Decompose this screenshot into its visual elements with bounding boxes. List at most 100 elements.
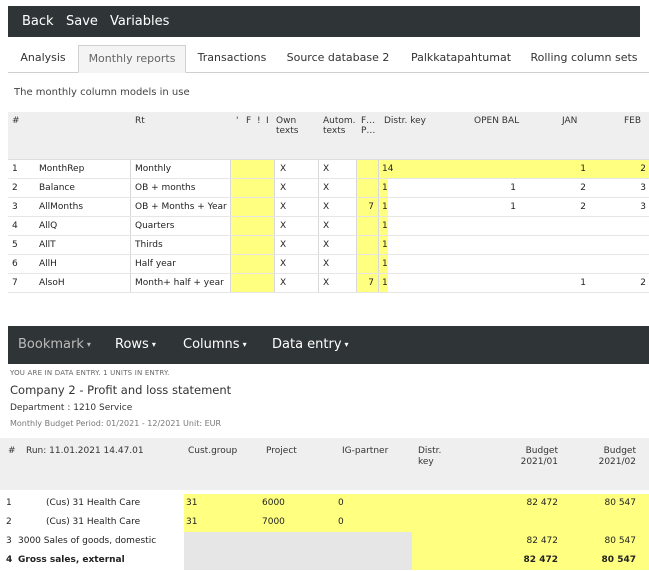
tab-analysis[interactable]: Analysis xyxy=(10,45,76,73)
table-row[interactable]: 2 (Cus) 31 Health Care 31 7000 0 xyxy=(0,513,649,532)
cell-distr: 1 xyxy=(382,259,388,269)
chevron-down-icon: ▾ xyxy=(86,340,91,349)
table-row[interactable]: 1 (Cus) 31 Health Care 31 6000 0 82 472 80 547 xyxy=(0,494,649,513)
cell-autom: X xyxy=(323,259,330,269)
cell-distr: 1 xyxy=(382,278,388,288)
cell-fp xyxy=(358,236,374,255)
cell-b2[interactable] xyxy=(560,513,636,532)
cell-custgroup[interactable]: 31 xyxy=(186,494,246,513)
cell-igpartner[interactable]: 0 xyxy=(338,513,398,532)
table-row[interactable]: 7 AlsoH Month+ half + year X X 7 1 1 2 xyxy=(8,274,649,293)
cell-feb: 3 xyxy=(640,202,646,212)
cell-fp xyxy=(358,179,374,198)
cell-project xyxy=(262,532,322,551)
col-own-texts: Own texts xyxy=(276,116,299,136)
cell-openbal: 1 xyxy=(510,202,516,212)
top-toolbar: Back Save Variables xyxy=(8,6,640,37)
cell-feb xyxy=(588,217,646,236)
cell-rt: OB + months xyxy=(135,183,196,193)
cell-distr: 1 xyxy=(382,202,388,212)
cell-code: AllQ xyxy=(39,221,58,231)
table-row[interactable]: 6 AllH Half year X X 1 xyxy=(8,255,649,274)
cell-rt: Half year xyxy=(135,259,176,269)
table-row[interactable]: 2 Balance OB + months X X 1 1 2 3 xyxy=(8,179,649,198)
cell-jan xyxy=(528,217,586,236)
rows-label: Rows xyxy=(115,337,149,352)
variables-button[interactable]: Variables xyxy=(110,6,169,37)
cell-own: X xyxy=(280,202,287,212)
save-button[interactable]: Save xyxy=(66,6,98,37)
cell-jan xyxy=(528,236,586,255)
cell-openbal: 1 xyxy=(510,183,516,193)
cell-num: 1 xyxy=(12,164,18,174)
cell-autom: X xyxy=(323,202,330,212)
period-label: Monthly Budget Period: 01/2021 - 12/2021… xyxy=(10,419,222,428)
tab-bar: Analysis Monthly reports Transactions So… xyxy=(8,37,649,73)
cell-b1[interactable] xyxy=(480,513,558,532)
col-cust-group: Cust.group xyxy=(188,446,238,456)
cell-custgroup xyxy=(186,551,246,570)
cell-b2: 80 547 xyxy=(604,536,637,546)
cell-igpartner xyxy=(338,532,398,551)
columns-menu[interactable]: Columns ▾ xyxy=(183,326,247,364)
col-feb: FEB xyxy=(624,116,642,126)
cell-num: 2 xyxy=(12,183,18,193)
cell-openbal xyxy=(448,236,516,255)
cell-igpartner[interactable]: 0 xyxy=(338,494,398,513)
col-distr-key: Distr. key xyxy=(384,116,426,126)
cell-b1[interactable]: 82 472 xyxy=(480,494,559,513)
tab-rolling-column-sets[interactable]: Rolling column sets xyxy=(528,45,640,73)
monthly-reports-panel: Back Save Variables Analysis Monthly rep… xyxy=(0,0,649,293)
data-entry-label: Data entry xyxy=(272,337,342,352)
cell-autom: X xyxy=(323,221,330,231)
cell-own: X xyxy=(280,240,287,250)
cell-jan: 2 xyxy=(580,202,586,212)
cell-feb: 3 xyxy=(640,183,646,193)
cell-own: X xyxy=(280,183,287,193)
data-entry-menu[interactable]: Data entry ▾ xyxy=(272,326,349,364)
tab-palkkatapahtumat[interactable]: Palkkatapahtumat xyxy=(406,45,516,73)
cell-code: AllMonths xyxy=(39,202,84,212)
cell-num: 1 xyxy=(6,498,12,508)
cell-feb xyxy=(588,255,646,274)
cell-jan: 1 xyxy=(580,164,586,174)
cell-code: MonthRep xyxy=(39,164,85,174)
table-row[interactable]: 4 AllQ Quarters X X 1 xyxy=(8,217,649,236)
data-entry-status: YOU ARE IN DATA ENTRY. 1 UNITS IN ENTRY. xyxy=(10,369,170,377)
cell-rt: Month+ half + year xyxy=(135,278,224,288)
cell-distr: 14 xyxy=(382,164,394,174)
col-v: ' xyxy=(236,116,239,126)
cell-autom: X xyxy=(323,240,330,250)
cell-fp xyxy=(358,217,374,236)
col-f: F xyxy=(246,116,252,126)
rows-menu[interactable]: Rows ▾ xyxy=(115,326,156,364)
cell-num: 6 xyxy=(12,259,18,269)
cell-jan: 2 xyxy=(580,183,586,193)
cell-project[interactable]: 6000 xyxy=(262,494,322,513)
table-row[interactable]: 3 AllMonths OB + Months + Year X X 7 1 1 2 3 xyxy=(8,198,649,217)
cell-fp xyxy=(358,160,374,179)
chevron-down-icon: ▾ xyxy=(344,340,349,349)
cell-custgroup[interactable]: 31 xyxy=(186,513,246,532)
tab-source-database-2[interactable]: Source database 2 xyxy=(282,45,394,73)
cell-rt: OB + Months + Year xyxy=(135,202,227,212)
cell-num: 4 xyxy=(12,221,18,231)
cell-b2[interactable]: 80 547 xyxy=(560,494,637,513)
tab-monthly-reports[interactable]: Monthly reports xyxy=(78,45,186,73)
bookmark-menu[interactable]: Bookmark ▾ xyxy=(18,326,91,364)
table-row[interactable]: 4 Gross sales, external 82 472 80 547 xyxy=(0,551,649,570)
table-row[interactable]: 1 MonthRep Monthly X X 14 1 2 xyxy=(8,160,649,179)
cell-own: X xyxy=(280,259,287,269)
cell-distr: 1 xyxy=(382,240,388,250)
col-budget-2021-01: Budget 2021/01 xyxy=(520,446,558,467)
cell-code: AllT xyxy=(39,240,56,250)
col-num: # xyxy=(8,446,16,456)
cell-openbal xyxy=(448,255,516,274)
cell-label: 3000 Sales of goods, domestic xyxy=(18,536,157,546)
cell-num: 3 xyxy=(12,202,18,212)
table-row[interactable]: 3 3000 Sales of goods, domestic 82 472 80 5… xyxy=(0,532,649,551)
cell-project[interactable]: 7000 xyxy=(262,513,322,532)
table-row[interactable]: 5 AllT Thirds X X 1 xyxy=(8,236,649,255)
back-button[interactable]: Back xyxy=(22,6,54,37)
tab-transactions[interactable]: Transactions xyxy=(190,45,274,73)
